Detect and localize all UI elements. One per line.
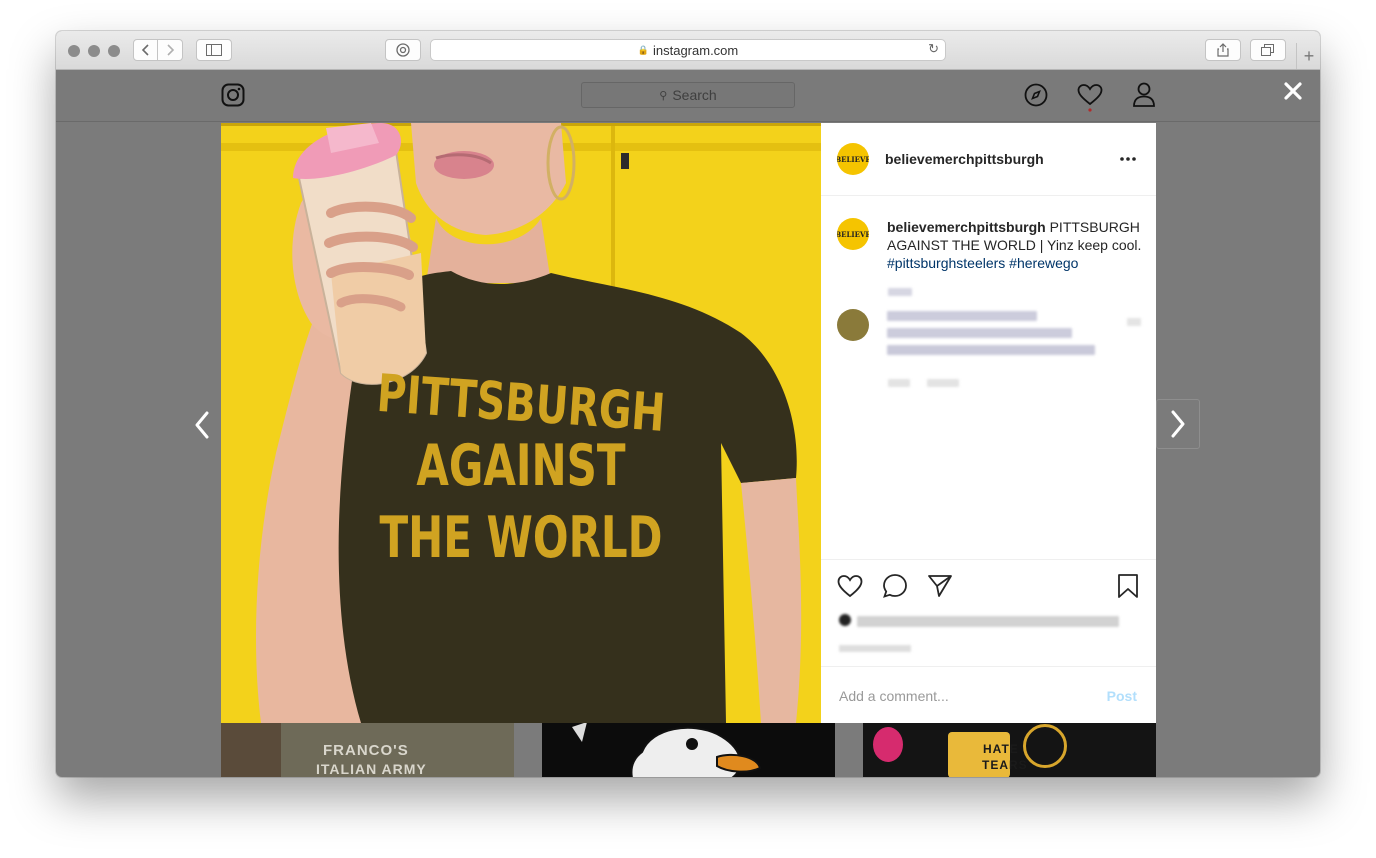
avatar-logo-text: BELIEVE: [837, 229, 869, 239]
compass-icon[interactable]: [1024, 83, 1048, 107]
thumbnail-text: TEARS: [982, 758, 1028, 772]
grid-thumbnail[interactable]: FRANCO'S ITALIAN ARMY: [221, 722, 514, 777]
caption-username[interactable]: believemerchpittsburgh: [887, 219, 1046, 235]
activity-heart-icon[interactable]: [1077, 83, 1103, 113]
url-text: instagram.com: [652, 42, 739, 58]
more-options-icon[interactable]: [1119, 156, 1137, 162]
tab-overview-button[interactable]: [1250, 39, 1286, 61]
search-input[interactable]: ⚲ Search: [581, 82, 795, 108]
like-heart-icon[interactable]: [837, 574, 863, 598]
blurred-meta: [927, 379, 959, 387]
post-actions: [821, 559, 1156, 667]
close-window-button[interactable]: [68, 45, 80, 57]
comment-input[interactable]: Add a comment...: [839, 688, 949, 704]
bookmark-icon[interactable]: [1117, 573, 1139, 599]
address-bar[interactable]: 🔒 instagram.com ↻: [430, 39, 946, 61]
chevron-left-icon: [141, 44, 149, 56]
shirt-text-line: AGAINST: [416, 432, 626, 499]
instagram-logo-icon[interactable]: [221, 83, 245, 107]
comment-icon[interactable]: [882, 573, 908, 599]
chevron-right-icon: [1171, 410, 1185, 438]
blurred-timestamp: [839, 645, 911, 652]
new-tab-button[interactable]: +: [1296, 43, 1320, 69]
share-button[interactable]: [1205, 39, 1241, 61]
sidebar-icon: [206, 44, 222, 56]
commenter-avatar[interactable]: [837, 309, 869, 341]
blurred-like-icon: [1127, 318, 1141, 326]
zoom-window-button[interactable]: [108, 45, 120, 57]
post-comment-button[interactable]: Post: [1107, 688, 1137, 704]
portrait-graphic: [1023, 724, 1067, 768]
grid-thumbnail[interactable]: [542, 722, 835, 777]
blurred-liker-avatar: [839, 614, 851, 626]
blurred-timestamp: [888, 288, 912, 296]
share-icon: [1217, 43, 1229, 57]
thumbnail-text: HATE: [983, 742, 1019, 756]
thumbnail-text: ITALIAN ARMY: [316, 761, 427, 777]
post-header: BELIEVE believemerchpittsburgh: [821, 123, 1156, 196]
post-caption: believemerchpittsburgh PITTSBURGH AGAINS…: [887, 218, 1149, 272]
blurred-comment: [887, 311, 1037, 321]
chevron-right-icon: [167, 44, 175, 56]
shirt-text-line: THE WORLD: [379, 504, 663, 571]
lock-icon: 🔒: [637, 44, 649, 55]
browser-toolbar: 🔒 instagram.com ↻ +: [56, 31, 1320, 70]
avatar-logo-text: BELIEVE: [837, 154, 869, 164]
duck-illustration: [572, 722, 762, 777]
search-placeholder: Search: [672, 87, 717, 103]
plus-icon: +: [1303, 45, 1315, 66]
caption-hashtags[interactable]: #pittsburghsteelers #herewego: [887, 255, 1078, 271]
blurred-meta: [888, 379, 910, 387]
search-icon: ⚲: [659, 89, 668, 102]
thumbnail-text: FRANCO'S: [323, 742, 409, 759]
share-direct-icon[interactable]: [927, 573, 953, 599]
shirt-text-block: THE WORLD: [371, 504, 671, 570]
comment-bar: Add a comment... Post: [821, 666, 1156, 724]
shirt-text-block: AGAINST: [381, 432, 661, 498]
avatar[interactable]: BELIEVE: [837, 218, 869, 250]
blurred-likes: [857, 616, 1119, 627]
post-detail-panel: BELIEVE believemerchpittsburgh BELIEVE b…: [821, 123, 1156, 723]
chevron-left-icon: [195, 411, 209, 439]
minimize-window-button[interactable]: [88, 45, 100, 57]
post-photo[interactable]: PITTSBURGH AGAINST THE WORLD: [221, 123, 821, 723]
browser-window: 🔒 instagram.com ↻ + ⚲ Search FRANCO'S IT…: [56, 31, 1320, 777]
avatar[interactable]: BELIEVE: [837, 143, 869, 175]
forward-button[interactable]: [158, 39, 183, 61]
reload-icon[interactable]: ↻: [928, 41, 939, 57]
sidebar-button[interactable]: [196, 39, 232, 61]
profile-icon[interactable]: [1132, 82, 1156, 108]
instagram-header: ⚲ Search: [56, 70, 1320, 122]
thumbnail-shade: [221, 722, 281, 777]
back-button[interactable]: [133, 39, 158, 61]
blurred-comment: [887, 345, 1095, 355]
post-username[interactable]: believemerchpittsburgh: [885, 151, 1044, 167]
pink-graphic: [873, 727, 903, 762]
grid-thumbnail[interactable]: HATE TEARS: [863, 722, 1156, 777]
blurred-comment: [887, 328, 1072, 338]
close-icon: [1284, 82, 1302, 100]
close-modal-button[interactable]: [1279, 77, 1307, 105]
reader-privacy-button[interactable]: [385, 39, 421, 61]
privacy-report-icon: [396, 43, 410, 57]
tabs-icon: [1261, 43, 1274, 56]
previous-post-button[interactable]: [180, 400, 224, 450]
next-post-button[interactable]: [1156, 399, 1200, 449]
